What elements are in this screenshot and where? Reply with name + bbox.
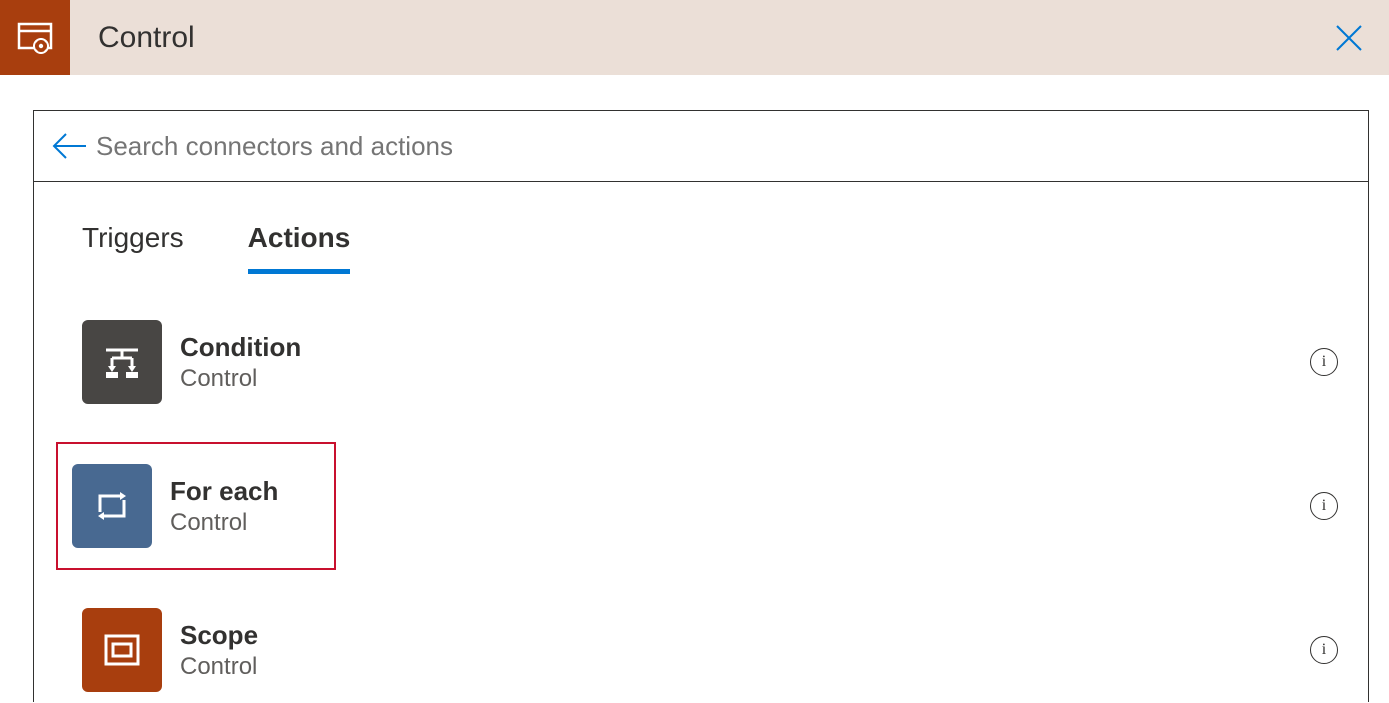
panel-title: Control [98, 21, 195, 55]
search-bar [33, 110, 1369, 182]
window-gear-icon [15, 18, 55, 58]
action-item-condition[interactable]: Condition Control [82, 320, 1278, 404]
panel-body: Triggers Actions [33, 182, 1369, 702]
action-name: Condition [180, 332, 301, 363]
info-icon: i [1322, 353, 1326, 371]
close-button[interactable] [1329, 18, 1369, 58]
action-item-scope[interactable]: Scope Control [82, 608, 1278, 692]
info-icon: i [1322, 497, 1326, 515]
arrow-left-icon [52, 132, 88, 160]
condition-icon [82, 320, 162, 404]
tabs: Triggers Actions [82, 222, 1338, 270]
info-button[interactable]: i [1310, 492, 1338, 520]
foreach-icon [72, 464, 152, 548]
action-category: Control [180, 653, 258, 681]
back-button[interactable] [50, 126, 90, 166]
panel-header: Control [0, 0, 1389, 75]
action-category: Control [170, 509, 278, 537]
action-row-foreach: For each Control i [82, 442, 1338, 570]
action-name: For each [170, 476, 278, 507]
tab-triggers[interactable]: Triggers [82, 222, 184, 270]
scope-icon [82, 608, 162, 692]
control-connector-icon [0, 0, 70, 75]
info-button[interactable]: i [1310, 348, 1338, 376]
search-input[interactable] [96, 131, 1352, 162]
close-icon [1333, 22, 1365, 54]
tab-actions[interactable]: Actions [248, 222, 351, 270]
actions-list: Condition Control i [82, 320, 1338, 692]
action-row-scope: Scope Control i [82, 608, 1338, 692]
action-row-condition: Condition Control i [82, 320, 1338, 404]
info-icon: i [1322, 641, 1326, 659]
action-name: Scope [180, 620, 258, 651]
info-button[interactable]: i [1310, 636, 1338, 664]
action-category: Control [180, 365, 301, 393]
action-item-foreach[interactable]: For each Control [56, 442, 336, 570]
